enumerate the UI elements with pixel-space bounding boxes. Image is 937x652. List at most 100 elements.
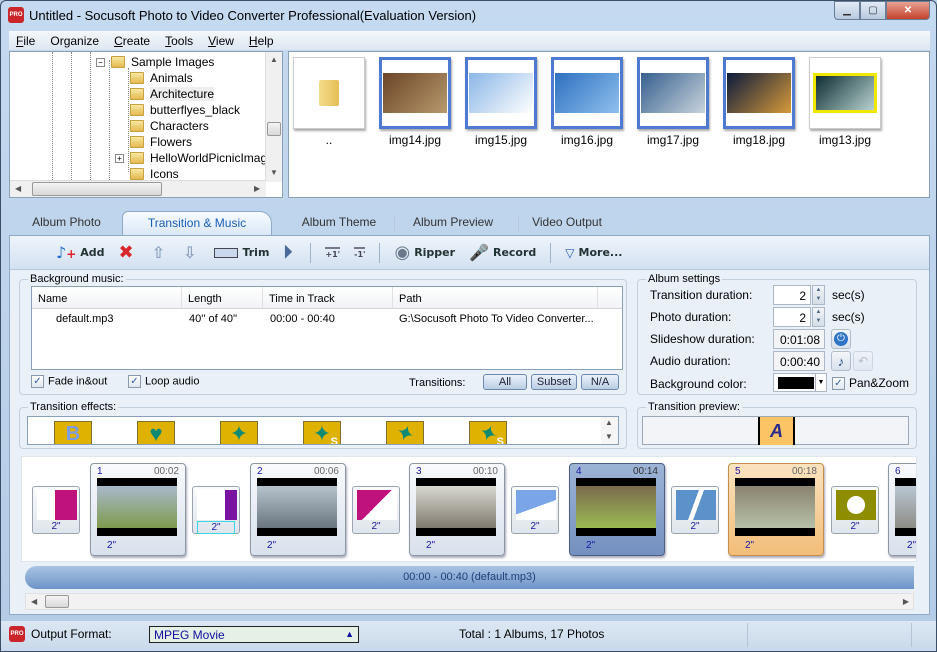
- tab-transition-music[interactable]: Transition & Music: [122, 211, 272, 235]
- add-button[interactable]: ♪+ Add: [56, 243, 105, 262]
- move-up-button[interactable]: ⇧: [152, 243, 169, 262]
- minimize-button[interactable]: ▁: [834, 1, 860, 20]
- expand-icon[interactable]: +: [115, 153, 124, 163]
- more-button[interactable]: ▽ More...: [565, 246, 622, 260]
- scroll-right-icon[interactable]: ▶: [254, 184, 260, 193]
- gallery-item[interactable]: img18.jpg: [723, 57, 795, 147]
- tree-node[interactable]: Animals: [130, 70, 193, 86]
- column-header-time[interactable]: Time in Track: [263, 287, 393, 309]
- transition-slot[interactable]: 2": [831, 486, 879, 534]
- transitions-subset-button[interactable]: Subset: [531, 374, 577, 390]
- transition-slot[interactable]: 2": [511, 486, 559, 534]
- gallery-item[interactable]: img13.jpg: [809, 57, 881, 147]
- scroll-up-icon[interactable]: ▲: [605, 418, 613, 427]
- close-button[interactable]: ✕: [886, 1, 930, 20]
- scroll-left-icon[interactable]: ◀: [31, 597, 37, 606]
- fit-duration-button[interactable]: ⏻: [831, 329, 851, 349]
- tree-node[interactable]: butterflyes_black: [130, 102, 240, 118]
- audio-track-bar[interactable]: 00:00 - 00:40 (default.mp3): [25, 566, 914, 589]
- transition-duration-input[interactable]: 2: [773, 285, 811, 305]
- storyboard-scrollbar[interactable]: ◀ ▶: [25, 593, 914, 610]
- menu-tools[interactable]: Tools: [158, 34, 201, 48]
- collapse-icon[interactable]: −: [96, 57, 105, 67]
- trim-button[interactable]: Trim: [214, 246, 269, 259]
- spin-up-icon[interactable]: ▲: [813, 286, 824, 295]
- effect-star-rotated-s[interactable]: ✦ S: [469, 419, 507, 444]
- slide[interactable]: 1 00:02 2": [90, 463, 186, 556]
- effect-star-rotated[interactable]: ✦: [386, 419, 424, 444]
- menu-organize[interactable]: Organize: [43, 34, 107, 48]
- transition-duration-spinner[interactable]: ▲ ▼: [812, 285, 825, 305]
- triangle-up-icon[interactable]: ▲: [345, 629, 354, 639]
- menu-view[interactable]: View: [201, 34, 242, 48]
- tree-vertical-scrollbar[interactable]: ▲ ▼: [265, 52, 282, 182]
- slide[interactable]: 6 2": [888, 463, 916, 556]
- effect-heart[interactable]: ♥: [137, 421, 175, 444]
- scrollbar-thumb[interactable]: [267, 122, 281, 136]
- menu-create[interactable]: Create: [107, 34, 158, 48]
- effects-scrollbar[interactable]: ▲ ▼: [601, 417, 618, 444]
- scroll-down-icon[interactable]: ▼: [605, 432, 613, 441]
- tab-album-preview[interactable]: Album Preview: [398, 211, 508, 235]
- spin-down-icon[interactable]: ▼: [813, 317, 824, 326]
- scroll-down-icon[interactable]: ▼: [270, 168, 278, 177]
- gallery-item-parent[interactable]: ..: [293, 57, 365, 147]
- spin-down-icon[interactable]: ▼: [813, 295, 824, 304]
- scroll-up-icon[interactable]: ▲: [270, 55, 278, 64]
- scroll-left-icon[interactable]: ◀: [15, 184, 21, 193]
- scrollbar-thumb[interactable]: [32, 182, 162, 196]
- undo-fit-button[interactable]: ↶: [853, 351, 873, 371]
- transitions-na-button[interactable]: N/A: [581, 374, 619, 390]
- transition-slot[interactable]: 2": [671, 486, 719, 534]
- slide[interactable]: 2 00:06 2": [250, 463, 346, 556]
- effect-star[interactable]: ✦: [220, 421, 258, 444]
- fade-checkbox[interactable]: ✓ Fade in&out: [31, 375, 107, 388]
- tree-node-sample-images[interactable]: − Sample Images: [96, 54, 214, 70]
- photo-duration-spinner[interactable]: ▲ ▼: [812, 307, 825, 327]
- spin-up-icon[interactable]: ▲: [813, 308, 824, 317]
- effect-letter-b[interactable]: B: [54, 421, 92, 444]
- tree-horizontal-scrollbar[interactable]: ◀ ▶: [10, 180, 266, 197]
- menu-help[interactable]: Help: [242, 34, 282, 48]
- column-header-path[interactable]: Path: [393, 287, 598, 309]
- tree-node[interactable]: Architecture: [130, 86, 215, 102]
- tree-node[interactable]: Flowers: [130, 134, 192, 150]
- tree-node[interactable]: Characters: [130, 118, 209, 134]
- slide[interactable]: 3 00:10 2": [409, 463, 505, 556]
- effect-star-s[interactable]: ✦ S: [303, 421, 341, 444]
- transitions-all-button[interactable]: All: [483, 374, 527, 390]
- slide-current[interactable]: 5 00:18 2": [728, 463, 824, 556]
- slide-selected[interactable]: 4 00:14 2": [569, 463, 665, 556]
- scrollbar-thumb[interactable]: [45, 595, 69, 608]
- tree-node[interactable]: + HelloWorldPicnicImage: [115, 150, 274, 166]
- photo-duration-input[interactable]: 2: [773, 307, 811, 327]
- tab-album-photo[interactable]: Album Photo: [19, 211, 114, 235]
- loop-checkbox[interactable]: ✓ Loop audio: [128, 375, 199, 388]
- maximize-button[interactable]: ▢: [860, 1, 886, 20]
- remove-second-button[interactable]: -1': [354, 246, 366, 259]
- gallery-item[interactable]: img14.jpg: [379, 57, 451, 147]
- transition-slot[interactable]: 2": [32, 486, 80, 534]
- tab-album-theme[interactable]: Album Theme: [284, 211, 394, 235]
- record-button[interactable]: 🎤 Record: [469, 243, 536, 262]
- fit-audio-button[interactable]: ♪: [831, 351, 851, 371]
- panzoom-checkbox[interactable]: ✓ Pan&Zoom: [832, 376, 909, 391]
- background-color-picker[interactable]: ▼: [773, 373, 827, 392]
- delete-button[interactable]: ✖: [119, 242, 138, 263]
- gallery-item[interactable]: img15.jpg: [465, 57, 537, 147]
- gallery-item[interactable]: img17.jpg: [637, 57, 709, 147]
- play-button[interactable]: ⏵: [283, 242, 296, 263]
- column-header-length[interactable]: Length: [182, 287, 263, 309]
- dropdown-arrow-icon[interactable]: ▼: [815, 374, 826, 391]
- column-header-name[interactable]: Name: [32, 287, 182, 309]
- scroll-right-icon[interactable]: ▶: [903, 597, 909, 606]
- transition-slot[interactable]: 2": [192, 486, 240, 534]
- add-second-button[interactable]: +1': [325, 246, 341, 259]
- output-format-select[interactable]: MPEG Movie ▲: [149, 626, 359, 643]
- transition-slot[interactable]: 2": [352, 486, 400, 534]
- menu-file[interactable]: File: [9, 34, 43, 48]
- tab-video-output[interactable]: Video Output: [522, 211, 612, 235]
- move-down-button[interactable]: ⇩: [183, 243, 200, 262]
- ripper-button[interactable]: ◉ Ripper: [394, 242, 455, 263]
- gallery-item[interactable]: img16.jpg: [551, 57, 623, 147]
